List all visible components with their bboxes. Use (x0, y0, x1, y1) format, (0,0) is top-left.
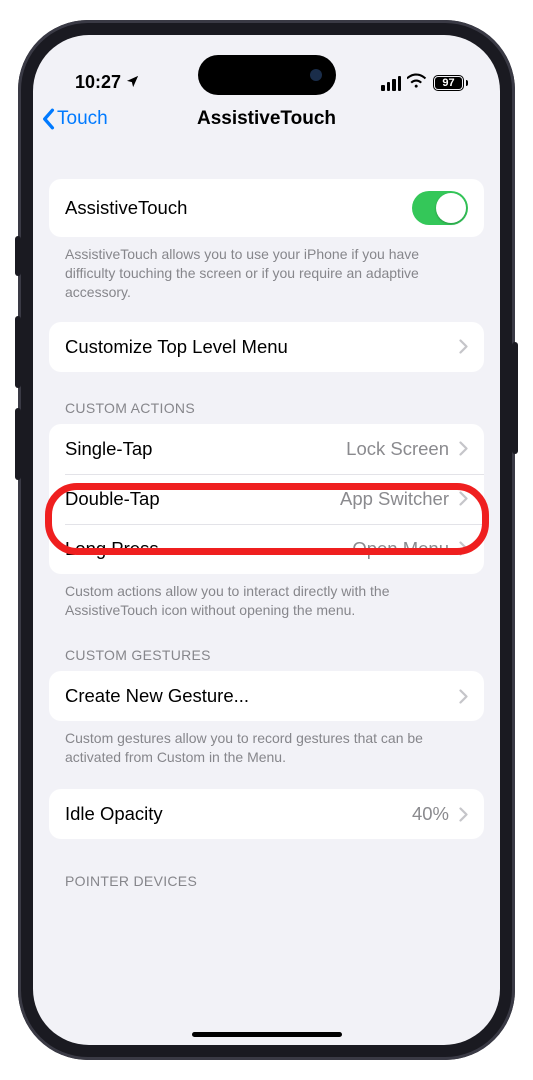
location-icon (125, 74, 140, 92)
assistivetouch-toggle-switch[interactable] (412, 191, 468, 225)
pointer-devices-header: POINTER DEVICES (49, 839, 484, 897)
long-press-row[interactable]: Long Press Open Menu (49, 524, 484, 574)
volume-down-button (15, 408, 21, 480)
customize-menu-label: Customize Top Level Menu (65, 336, 449, 358)
chevron-left-icon (41, 108, 55, 130)
custom-actions-group: Single-Tap Lock Screen Double-Tap App Sw… (49, 424, 484, 574)
single-tap-value: Lock Screen (346, 438, 449, 460)
dynamic-island (198, 55, 336, 95)
nav-bar: Touch AssistiveTouch (33, 95, 500, 143)
double-tap-label: Double-Tap (65, 488, 330, 510)
assistivetouch-toggle-label: AssistiveTouch (65, 197, 402, 219)
chevron-right-icon (459, 689, 468, 704)
mute-switch (15, 236, 21, 276)
double-tap-value: App Switcher (340, 488, 449, 510)
chevron-right-icon (459, 339, 468, 354)
assistivetouch-toggle-row[interactable]: AssistiveTouch (49, 179, 484, 237)
home-indicator[interactable] (192, 1032, 342, 1037)
custom-actions-header: CUSTOM ACTIONS (49, 372, 484, 424)
custom-gestures-group: Create New Gesture... (49, 671, 484, 721)
create-gesture-label: Create New Gesture... (65, 685, 449, 707)
status-time: 10:27 (75, 72, 121, 93)
cellular-signal-icon (381, 76, 401, 91)
custom-actions-footer: Custom actions allow you to interact dir… (49, 574, 484, 620)
wifi-icon (407, 73, 427, 93)
long-press-value: Open Menu (352, 538, 449, 560)
phone-frame: 10:27 (18, 20, 515, 1060)
custom-gestures-footer: Custom gestures allow you to record gest… (49, 721, 484, 767)
back-label: Touch (57, 108, 108, 130)
idle-opacity-group: Idle Opacity 40% (49, 789, 484, 839)
battery-percent: 97 (442, 77, 454, 89)
custom-gestures-header: CUSTOM GESTURES (49, 619, 484, 671)
back-button[interactable]: Touch (41, 108, 108, 130)
single-tap-label: Single-Tap (65, 438, 336, 460)
chevron-right-icon (459, 491, 468, 506)
chevron-right-icon (459, 807, 468, 822)
power-button (512, 342, 518, 454)
volume-up-button (15, 316, 21, 388)
assistivetouch-description: AssistiveTouch allows you to use your iP… (49, 237, 484, 302)
double-tap-row[interactable]: Double-Tap App Switcher (49, 474, 484, 524)
create-new-gesture-row[interactable]: Create New Gesture... (49, 671, 484, 721)
customize-menu-group: Customize Top Level Menu (49, 322, 484, 372)
idle-opacity-label: Idle Opacity (65, 803, 402, 825)
long-press-label: Long Press (65, 538, 342, 560)
chevron-right-icon (459, 541, 468, 556)
screen: 10:27 (33, 35, 500, 1045)
battery-icon: 97 (433, 75, 468, 91)
idle-opacity-row[interactable]: Idle Opacity 40% (49, 789, 484, 839)
chevron-right-icon (459, 441, 468, 456)
assistivetouch-toggle-group: AssistiveTouch (49, 179, 484, 237)
single-tap-row[interactable]: Single-Tap Lock Screen (49, 424, 484, 474)
customize-top-level-menu-row[interactable]: Customize Top Level Menu (49, 322, 484, 372)
idle-opacity-value: 40% (412, 803, 449, 825)
